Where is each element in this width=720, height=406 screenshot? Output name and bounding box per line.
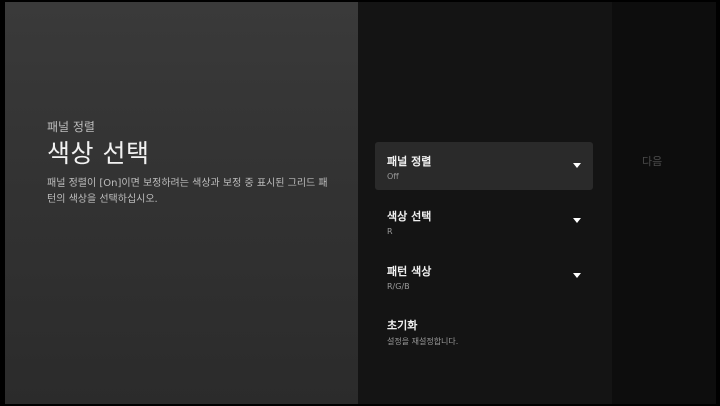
chevron-down-icon <box>573 163 581 168</box>
menu-item-title: 초기화 <box>387 319 418 332</box>
menu-item-reset[interactable]: 초기화 설정을 재설정합니다. <box>375 306 593 354</box>
next-panel: 다음 <box>612 2 716 404</box>
menu-item-value: Off <box>387 172 399 181</box>
settings-menu: 패널 정렬 Off 색상 선택 R 패턴 색상 R/G/B 초기화 설정을 재설… <box>358 2 612 404</box>
chevron-down-icon <box>573 273 581 278</box>
next-button[interactable]: 다음 <box>642 153 662 169</box>
menu-item-value: R <box>387 227 393 236</box>
menu-item-panel-alignment[interactable]: 패널 정렬 Off <box>375 142 593 190</box>
settings-screen: 패널 정렬 색상 선택 패널 정렬이 [On]이면 보정하려는 색상과 보정 중… <box>0 0 720 406</box>
menu-item-value: 설정을 재설정합니다. <box>387 337 459 346</box>
menu-item-pattern-color[interactable]: 패턴 색상 R/G/B <box>375 252 593 300</box>
menu-item-title: 패널 정렬 <box>387 155 432 168</box>
info-panel: 패널 정렬 색상 선택 패널 정렬이 [On]이면 보정하려는 색상과 보정 중… <box>5 2 358 404</box>
page-title: 색상 선택 <box>47 139 150 168</box>
page-description: 패널 정렬이 [On]이면 보정하려는 색상과 보정 중 표시된 그리드 패턴의… <box>47 178 328 205</box>
chevron-down-icon <box>573 218 581 223</box>
menu-item-color-selection[interactable]: 색상 선택 R <box>375 197 593 245</box>
breadcrumb: 패널 정렬 <box>47 120 95 134</box>
menu-item-value: R/G/B <box>387 282 410 291</box>
menu-item-title: 패턴 색상 <box>387 265 432 278</box>
menu-item-title: 색상 선택 <box>387 210 432 223</box>
